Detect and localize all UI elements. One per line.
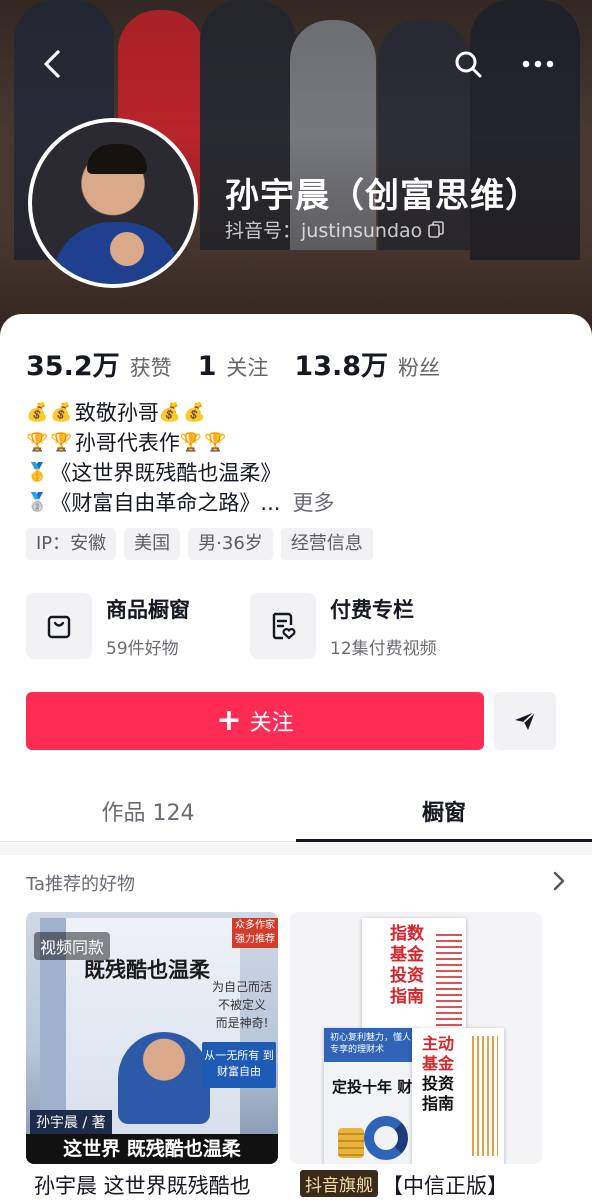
avatar-hand <box>110 232 144 266</box>
profile-bio[interactable]: 💰 💰 致敬孙哥 💰 💰 🏆 🏆 孙哥代表作 🏆 🏆 🥇 《这世界既残酷也温柔》… <box>26 398 566 518</box>
product-card[interactable]: 既残酷也温柔 众多作家强力推荐 为自己而活 不被定义 而是神奇! 从一无所有 到… <box>26 912 278 1164</box>
bio-line: 🏆 🏆 孙哥代表作 🏆 🏆 <box>26 428 566 458</box>
following-label[interactable]: 关注 <box>226 352 268 382</box>
book-pattern <box>472 1036 498 1156</box>
book-title: 指数基金投资指南 <box>390 924 424 1007</box>
likes-label[interactable]: 获赞 <box>130 352 172 382</box>
product-title-text: 【中信正版】 <box>382 1174 508 1198</box>
chevron-right-icon[interactable] <box>548 870 570 892</box>
trophy-icon: 🏆 <box>179 432 203 453</box>
gold-medal-icon: 🥇 <box>26 462 49 483</box>
followers-label[interactable]: 粉丝 <box>398 352 440 382</box>
product-title[interactable]: 抖音旗舰 【中信正版】 <box>300 1170 560 1200</box>
bio-text: 致敬孙哥 <box>74 401 159 425</box>
money-bag-icon: 💰 <box>50 402 73 423</box>
tab-works[interactable]: 作品 124 <box>0 780 296 842</box>
douyin-id-text: 抖音号：justinsundao <box>225 220 423 242</box>
trophy-icon: 🏆 <box>204 432 227 453</box>
book-callout: 从一无所有 到财富自由 <box>202 1042 276 1088</box>
book-corner-badge: 众多作家强力推荐 <box>232 918 278 948</box>
video-same-tag: 视频同款 <box>34 932 111 960</box>
book-script-text: 为自己而活 不被定义 而是神奇! <box>212 980 273 1030</box>
trophy-icon: 🏆 <box>26 432 49 453</box>
profile-stats: 35.2万 获赞 1 关注 13.8万 粉丝 <box>26 344 466 383</box>
flagship-badge: 抖音旗舰 <box>300 1170 378 1197</box>
money-bag-icon: 💰 <box>158 402 182 423</box>
douyin-id[interactable]: 抖音号：justinsundao <box>225 216 445 243</box>
bio-more-link[interactable]: 更多 <box>292 488 334 518</box>
paid-column-icon <box>250 593 316 659</box>
send-icon <box>515 711 536 730</box>
profile-name: 孙宇晨（创富思维） <box>225 176 540 216</box>
back-icon[interactable] <box>28 40 76 88</box>
tab-shop-window[interactable]: 橱窗 <box>296 780 592 842</box>
money-bag-icon: 💰 <box>183 402 206 423</box>
avatar-hair <box>87 144 147 174</box>
paid-column-subtitle: 12集付费视频 <box>330 638 437 659</box>
paid-column-entry[interactable]: 付费专栏 12集付费视频 <box>250 592 437 660</box>
product-card[interactable]: 指数基金投资指南 初心复利魅力，懂人专享的理财术 定投十年 财务自由 主动基金 … <box>290 912 542 1164</box>
plus-icon: + <box>216 703 242 738</box>
likes-count[interactable]: 35.2万 <box>26 344 120 383</box>
book-bottom-title: 这世界 既残酷也温柔 <box>26 1134 278 1164</box>
more-icon[interactable] <box>514 40 562 88</box>
trophy-icon: 🏆 <box>50 432 73 453</box>
money-bag-icon: 💰 <box>26 402 49 423</box>
search-icon[interactable] <box>444 40 492 88</box>
gender-age-tag: 男·36岁 <box>188 528 273 560</box>
ring-graphic <box>364 1116 408 1160</box>
book-subtitle: 初心复利魅力，懂人专享的理财术 <box>324 1028 418 1062</box>
followers-count[interactable]: 13.8万 <box>294 344 388 383</box>
profile-banner: 孙宇晨（创富思维） 抖音号：justinsundao <box>0 0 592 340</box>
profile-tags: IP：安徽 美国 男·36岁 经营信息 <box>26 528 373 560</box>
copy-icon[interactable] <box>428 220 445 239</box>
shop-window-subtitle: 59件好物 <box>106 638 179 659</box>
follow-button-label: 关注 <box>249 711 294 736</box>
shop-window-entry[interactable]: 商品橱窗 59件好物 <box>26 592 190 660</box>
bio-line: 🥇 《这世界既残酷也温柔》 <box>26 458 566 488</box>
recommend-title: Ta推荐的好物 <box>26 874 136 895</box>
bio-text: 《财富自由革命之路》... <box>50 491 281 515</box>
active-tab-indicator <box>296 839 592 842</box>
shop-window-title: 商品橱窗 <box>106 597 190 622</box>
product-title[interactable]: 孙宇晨 这世界既残酷也 <box>34 1170 294 1200</box>
bio-text: 孙哥代表作 <box>74 431 180 455</box>
ip-location-tag: IP：安徽 <box>26 528 117 560</box>
silver-medal-icon: 🥈 <box>26 492 49 513</box>
book-portrait <box>118 1032 210 1124</box>
bio-line: 🥈 《财富自由革命之路》... 更多 <box>26 488 566 518</box>
paid-column-title: 付费专栏 <box>330 597 414 622</box>
book-fixed-invest: 初心复利魅力，懂人专享的理财术 定投十年 财务自由 <box>324 1028 457 1164</box>
coin-stack <box>338 1128 364 1158</box>
bio-line: 💰 💰 致敬孙哥 💰 💰 <box>26 398 566 428</box>
bio-text: 《这世界既残酷也温柔》 <box>50 461 282 485</box>
avatar[interactable] <box>28 118 198 288</box>
book-title-red: 主动基金 <box>422 1034 455 1073</box>
follow-button[interactable]: + 关注 <box>26 692 484 750</box>
shopping-bag-icon <box>26 593 92 659</box>
section-divider <box>0 843 592 855</box>
country-tag: 美国 <box>124 528 181 560</box>
following-count[interactable]: 1 <box>198 351 217 382</box>
profile-tabs: 作品 124 橱窗 <box>0 780 592 842</box>
message-button[interactable] <box>494 692 556 750</box>
book-title: 投资指南 <box>422 1074 455 1113</box>
business-info-tag[interactable]: 经营信息 <box>280 528 373 560</box>
book-author: 孙宇晨 / 著 <box>30 1110 112 1134</box>
book-active-fund: 主动基金 投资指南 <box>412 1028 504 1164</box>
